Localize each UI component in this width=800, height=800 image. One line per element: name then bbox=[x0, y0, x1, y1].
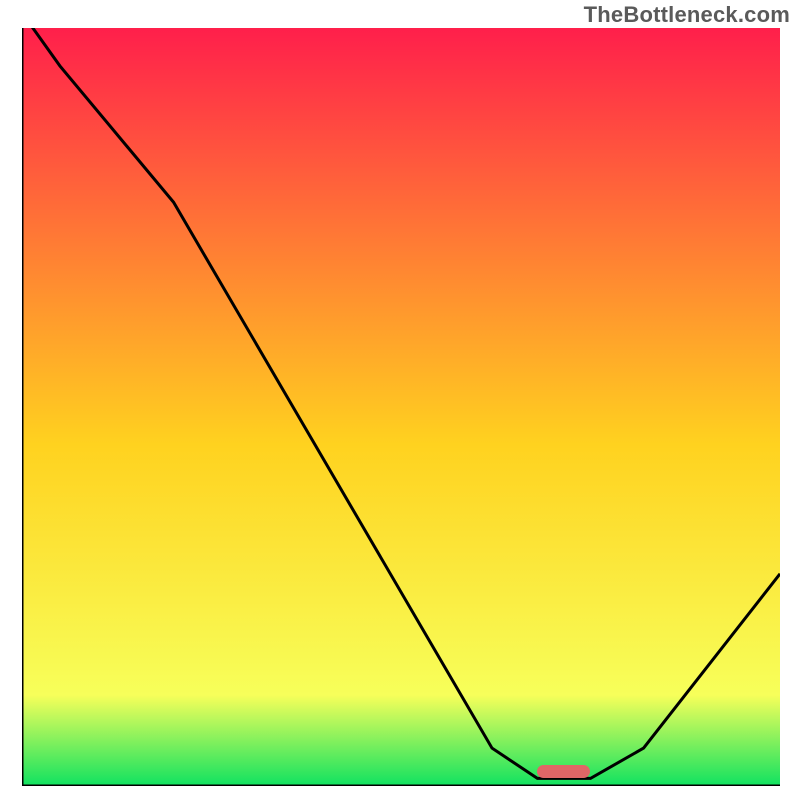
watermark-text: TheBottleneck.com bbox=[584, 2, 790, 28]
bottleneck-chart bbox=[22, 28, 780, 786]
gradient-background bbox=[22, 28, 780, 786]
optimal-range-marker bbox=[537, 765, 590, 778]
chart-frame: TheBottleneck.com bbox=[0, 0, 800, 800]
